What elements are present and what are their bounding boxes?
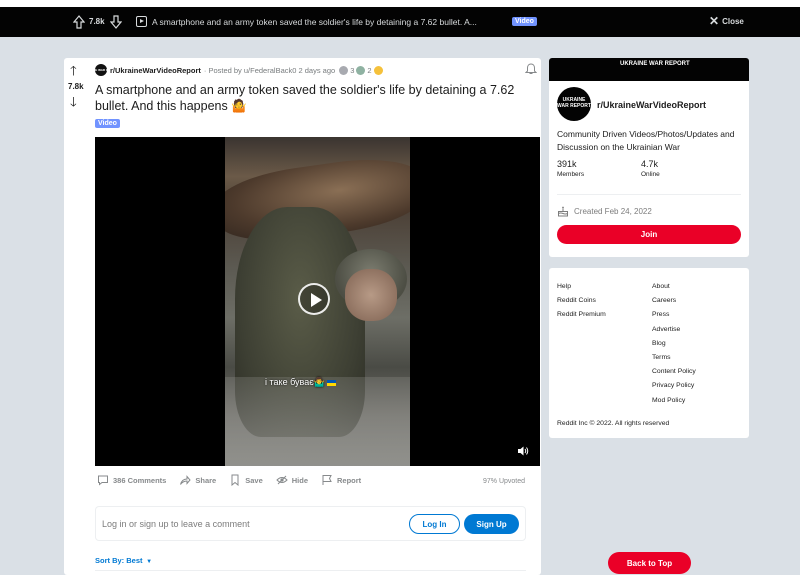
- created-label: Created Feb 24, 2022: [574, 206, 652, 216]
- created-date: Created Feb 24, 2022: [557, 205, 652, 217]
- posted-by: · Posted by u/FederalBack0 2 days ago: [203, 65, 336, 75]
- upvote-arrow-icon[interactable]: [73, 15, 85, 29]
- footer-links-card: Help Reddit Coins Reddit Premium About C…: [549, 268, 749, 438]
- back-to-top-button[interactable]: Back to Top: [608, 552, 691, 574]
- subreddit-avatar[interactable]: UKRAINE WAR REPORT: [84, 64, 118, 76]
- login-button[interactable]: Log In: [409, 514, 460, 534]
- footer-link-content-policy[interactable]: Content Policy: [652, 365, 696, 379]
- members-stat: 391k Members: [557, 159, 584, 178]
- share-button[interactable]: Share: [179, 474, 216, 486]
- footer-link-press[interactable]: Press: [652, 308, 696, 322]
- post-top-bar: 7.8k A smartphone and an army token save…: [0, 7, 800, 37]
- comments-divider: [95, 570, 526, 571]
- video-player[interactable]: і таке буває🤷‍♂️: [95, 137, 540, 466]
- footer-link-blog[interactable]: Blog: [652, 337, 696, 351]
- comments-button[interactable]: 386 Comments: [97, 474, 166, 486]
- save-button[interactable]: Save: [229, 474, 263, 486]
- footer-link-reddit-premium[interactable]: Reddit Premium: [557, 308, 606, 322]
- banner-logo-text: UKRAINE WAR REPORT: [620, 61, 690, 67]
- video-caption: і таке буває🤷‍♂️: [265, 377, 337, 388]
- sort-label: Sort By: Best: [95, 556, 143, 565]
- top-flair-badge: Video: [512, 17, 537, 26]
- upvote-icon[interactable]: 🡑: [70, 62, 77, 84]
- online-label: Online: [641, 171, 660, 178]
- members-count: 391k: [557, 159, 577, 169]
- subreddit-banner: UKRAINE WAR REPORT: [549, 58, 749, 81]
- downvote-icon[interactable]: 🡓: [70, 93, 77, 115]
- share-icon: [180, 475, 192, 485]
- footer-links-right: About Careers Press Advertise Blog Terms…: [652, 280, 696, 408]
- flair-badge[interactable]: Video: [95, 119, 120, 128]
- award-silver-icon: [339, 65, 349, 75]
- sort-dropdown[interactable]: Sort By: Best ▼: [95, 556, 152, 565]
- footer-link-reddit-coins[interactable]: Reddit Coins: [557, 294, 606, 308]
- footer-link-help[interactable]: Help: [557, 280, 606, 294]
- close-icon: ✕: [709, 14, 720, 28]
- notification-bell-icon[interactable]: [525, 63, 537, 75]
- footer-link-mod-policy[interactable]: Mod Policy: [652, 394, 696, 408]
- post-score: 7.8k: [68, 82, 84, 91]
- upvote-ratio: 97% Upvoted: [483, 478, 526, 485]
- copyright: Reddit Inc © 2022. All rights reserved: [557, 420, 670, 427]
- top-score: 7.8k: [89, 17, 105, 26]
- subreddit-info-card: UKRAINE WAR REPORT UKRAINE WAR REPORT r/…: [549, 58, 749, 257]
- footer-link-about[interactable]: About: [652, 280, 696, 294]
- post-title: A smartphone and an army token saved the…: [95, 83, 515, 113]
- subreddit-link[interactable]: r/UkraineWarVideoReport: [110, 66, 201, 75]
- report-button[interactable]: Report: [321, 474, 361, 486]
- top-post-title: A smartphone and an army token saved the…: [152, 17, 477, 27]
- share-label: Share: [195, 475, 217, 485]
- hide-button[interactable]: Hide: [276, 474, 308, 486]
- subreddit-logo[interactable]: UKRAINE WAR REPORT: [557, 87, 591, 121]
- comment-prompt: Log in or sign up to leave a comment: [102, 519, 250, 529]
- hide-eye-icon: [276, 475, 288, 485]
- bookmark-icon: [231, 474, 239, 486]
- cake-icon: [558, 206, 568, 217]
- hide-label: Hide: [291, 475, 309, 485]
- award-count: 2: [367, 65, 372, 75]
- footer-link-terms[interactable]: Terms: [652, 351, 696, 365]
- close-label: Close: [722, 16, 744, 26]
- footer-links-left: Help Reddit Coins Reddit Premium: [557, 280, 606, 323]
- video-scene-ground: [225, 377, 410, 466]
- close-button[interactable]: ✕ Close: [709, 14, 744, 28]
- play-icon[interactable]: [298, 283, 330, 315]
- footer-link-careers[interactable]: Careers: [652, 294, 696, 308]
- report-label: Report: [337, 475, 362, 485]
- video-scene-face: [345, 269, 397, 321]
- post-actions: 386 Comments Share Save Hide Report: [97, 474, 374, 486]
- members-label: Members: [557, 171, 585, 178]
- comment-icon: [98, 475, 108, 486]
- footer-link-advertise[interactable]: Advertise: [652, 323, 696, 337]
- comments-label: 386 Comments: [113, 475, 167, 485]
- online-count: 4.7k: [641, 159, 659, 169]
- award-wholesome-icon: [373, 65, 383, 75]
- volume-icon[interactable]: [517, 445, 529, 457]
- video-caption-text: і таке буває🤷‍♂️: [265, 377, 326, 387]
- award-helpful-icon: [356, 65, 366, 75]
- sidebar-divider: [557, 194, 741, 195]
- online-stat: 4.7k Online: [641, 159, 660, 178]
- downvote-arrow-icon[interactable]: [110, 15, 122, 29]
- caret-down-icon: ▼: [144, 559, 153, 565]
- subreddit-name[interactable]: r/UkraineWarVideoReport: [597, 100, 706, 110]
- ukraine-flag-icon: [327, 379, 337, 386]
- flag-icon: [322, 475, 332, 485]
- footer-link-privacy-policy[interactable]: Privacy Policy: [652, 379, 696, 393]
- video-post-icon: [136, 16, 147, 27]
- browser-strip: [0, 0, 800, 7]
- subreddit-description: Community Driven Videos/Photos/Updates a…: [557, 129, 735, 152]
- post-meta: UKRAINE WAR REPORT r/UkraineWarVideoRepo…: [84, 64, 383, 76]
- signup-button[interactable]: Sign Up: [464, 514, 519, 534]
- awards[interactable]: 3 2: [339, 65, 383, 75]
- save-label: Save: [245, 475, 263, 485]
- award-count: 3: [350, 65, 355, 75]
- comment-login-box: Log in or sign up to leave a comment Log…: [95, 506, 526, 541]
- join-button[interactable]: Join: [557, 225, 741, 244]
